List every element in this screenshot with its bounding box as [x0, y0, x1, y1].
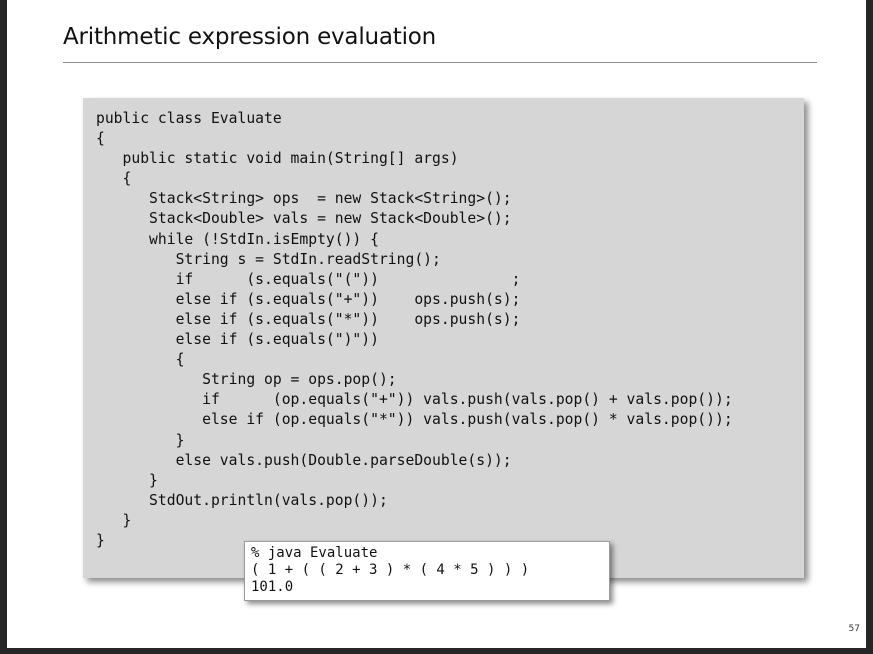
- code-line: }: [96, 471, 158, 489]
- code-line: String op = ops.pop();: [96, 371, 397, 389]
- code-panel: public class Evaluate { public static voi…: [83, 98, 804, 578]
- code-line: StdOut.println(vals.pop());: [96, 491, 388, 509]
- code-line: }: [96, 431, 185, 449]
- code-line: else if (s.equals("*")) ops.push(s);: [96, 310, 521, 328]
- page-number: 57: [848, 624, 860, 634]
- code-line: else vals.push(Double.parseDouble(s));: [96, 451, 512, 469]
- code-line: String s = StdIn.readString();: [96, 250, 441, 268]
- console-output: % java Evaluate( 1 + ( ( 2 + 3 ) * ( 4 *…: [251, 545, 529, 596]
- code-line: else if (op.equals("*")) vals.push(vals.…: [96, 411, 733, 429]
- slide: Arithmetic expression evaluation public …: [7, 0, 866, 648]
- slide-title: Arithmetic expression evaluation: [63, 24, 437, 50]
- code-line: if (op.equals("+")) vals.push(vals.pop()…: [96, 391, 733, 409]
- code-line: {: [96, 130, 105, 148]
- code-line: {: [96, 170, 132, 188]
- code-line: else if (s.equals(")")): [96, 331, 379, 349]
- code-line: }: [96, 511, 132, 529]
- code-listing: public class Evaluate { public static voi…: [96, 109, 733, 551]
- console-command: % java Evaluate: [251, 545, 378, 561]
- code-line: public class Evaluate: [96, 110, 282, 127]
- console-output-box: % java Evaluate( 1 + ( ( 2 + 3 ) * ( 4 *…: [244, 541, 610, 601]
- code-line: else if (s.equals("+")) ops.push(s);: [96, 290, 521, 308]
- code-line: Stack<Double> vals = new Stack<Double>()…: [96, 210, 512, 228]
- console-input: ( 1 + ( ( 2 + 3 ) * ( 4 * 5 ) ) ): [251, 562, 530, 578]
- console-result: 101.0: [251, 579, 294, 595]
- code-line: public static void main(String[] args): [96, 150, 459, 168]
- code-line: {: [96, 351, 185, 369]
- code-line: while (!StdIn.isEmpty()) {: [96, 230, 379, 248]
- code-line: if (s.equals("(")) ;: [96, 270, 521, 288]
- title-divider: [63, 62, 817, 63]
- code-line: Stack<String> ops = new Stack<String>();: [96, 190, 512, 208]
